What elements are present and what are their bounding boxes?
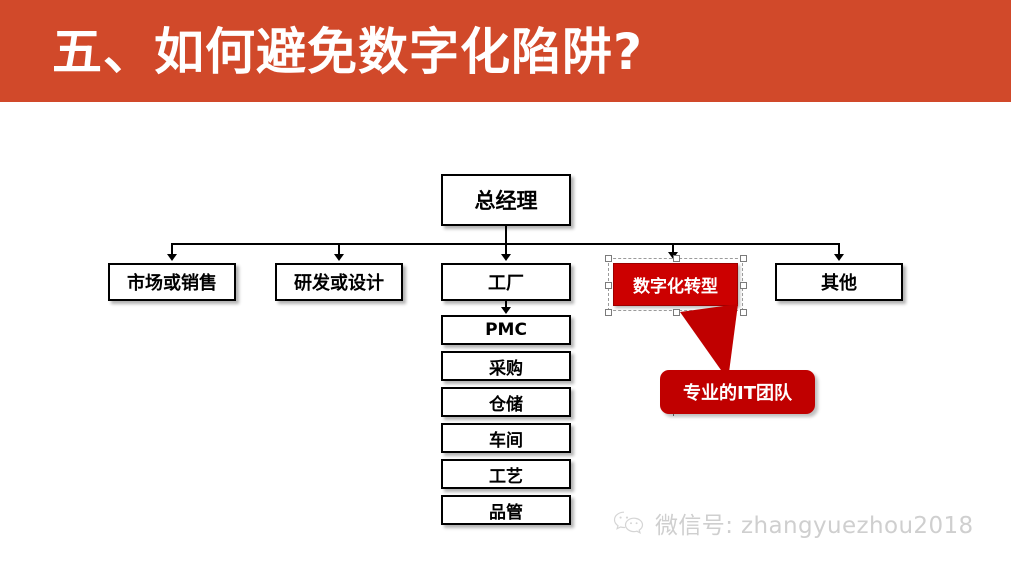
org-node-pmc[interactable]: PMC (441, 315, 571, 345)
org-node-workshop-label: 车间 (489, 430, 523, 451)
arrow-sales (167, 254, 177, 261)
arrow-other (834, 254, 844, 261)
arrow-factory (501, 254, 511, 261)
org-node-other[interactable]: 其他 (775, 263, 903, 301)
org-node-warehouse-label: 仓储 (489, 394, 523, 415)
org-node-factory[interactable]: 工厂 (441, 263, 571, 301)
org-node-warehouse[interactable]: 仓储 (441, 387, 571, 417)
org-node-quality-control-label: 品管 (489, 502, 523, 523)
org-node-digital-transformation[interactable]: 数字化转型 (613, 263, 738, 306)
org-node-digital-transformation-label: 数字化转型 (633, 277, 718, 297)
org-node-sales[interactable]: 市场或销售 (108, 263, 236, 301)
resize-handle-s[interactable] (673, 309, 680, 316)
resize-handle-e[interactable] (740, 282, 747, 289)
org-chart: 总经理 市场或销售 研发或设计 工厂 其他 数字化转型 PMC 采购 仓储 车间… (0, 102, 1011, 570)
org-node-rd-label: 研发或设计 (294, 273, 384, 294)
callout-bubble-label: 专业的IT团队 (683, 383, 792, 404)
arrow-digital (668, 252, 678, 259)
page-title: 五、如何避免数字化陷阱? (52, 23, 644, 81)
wechat-footer: 微信号: zhangyuezhou2018 (612, 506, 974, 540)
resize-handle-sw[interactable] (605, 309, 612, 316)
org-node-sales-label: 市场或销售 (127, 273, 217, 294)
org-node-purchasing[interactable]: 采购 (441, 351, 571, 381)
org-node-factory-label: 工厂 (488, 273, 524, 294)
wechat-id-label: 微信号: zhangyuezhou2018 (655, 513, 974, 539)
resize-handle-w[interactable] (605, 282, 612, 289)
org-node-pmc-label: PMC (485, 320, 527, 340)
resize-handle-nw[interactable] (605, 255, 612, 262)
slide-canvas: 五、如何避免数字化陷阱? 总经理 市场或销售 研发或设计 工厂 其他 数字化转型… (0, 0, 1011, 570)
org-node-purchasing-label: 采购 (489, 358, 523, 379)
resize-handle-ne[interactable] (740, 255, 747, 262)
org-node-process-label: 工艺 (489, 466, 523, 487)
arrow-rd (334, 254, 344, 261)
org-node-root[interactable]: 总经理 (441, 174, 571, 226)
org-node-process[interactable]: 工艺 (441, 459, 571, 489)
org-node-workshop[interactable]: 车间 (441, 423, 571, 453)
org-node-other-label: 其他 (821, 273, 857, 294)
org-node-root-label: 总经理 (474, 189, 538, 213)
wechat-icon (613, 511, 644, 534)
org-node-rd[interactable]: 研发或设计 (275, 263, 403, 301)
callout-bubble[interactable]: 专业的IT团队 (660, 370, 815, 414)
org-node-quality-control[interactable]: 品管 (441, 495, 571, 525)
arrow-pmc (501, 307, 511, 314)
